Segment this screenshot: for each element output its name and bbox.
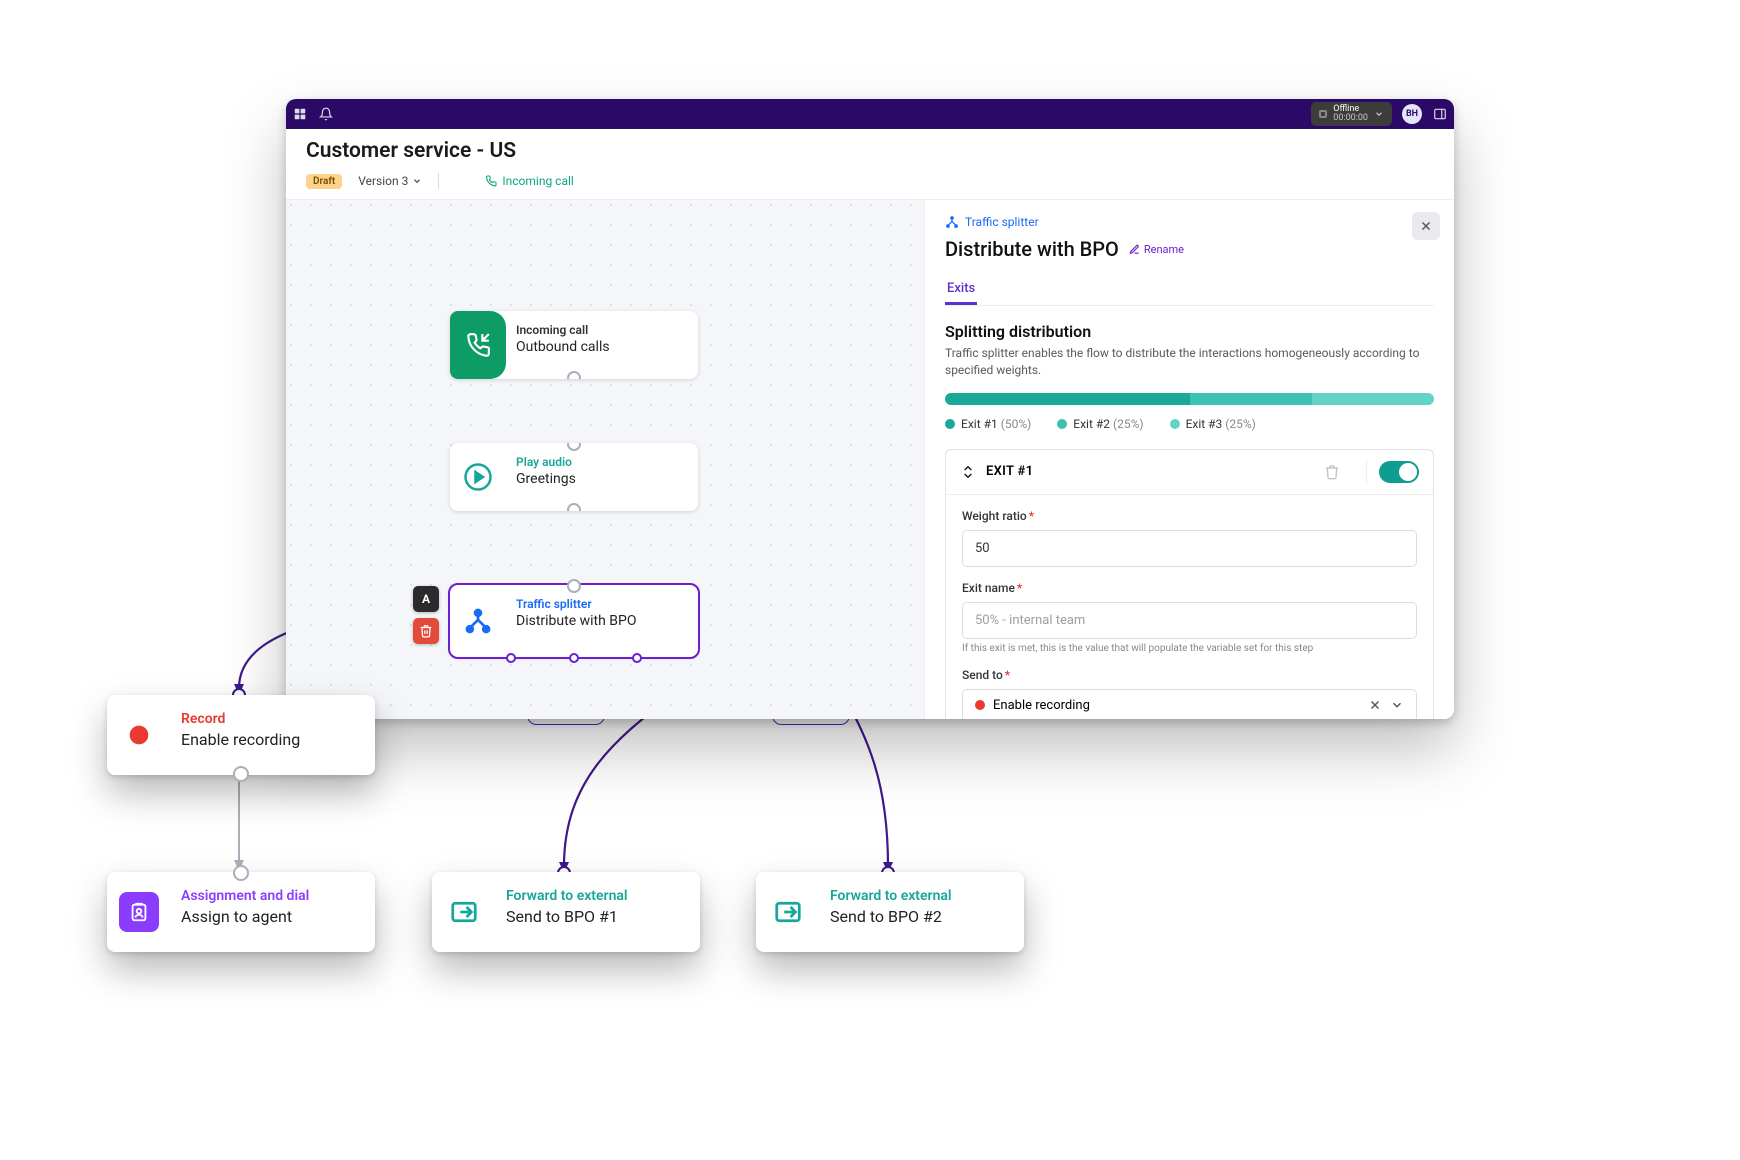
app-window: Offline 00:00:00 BH Customer service - U… [286,99,1454,719]
node-cap: Forward to external [830,888,1014,904]
panel-tabs: Exits [945,275,1434,306]
exit-enabled-toggle[interactable] [1379,461,1419,483]
node-tools: A [413,586,439,644]
status-pill[interactable]: Offline 00:00:00 [1311,102,1392,127]
sendto-label: Send to* [962,668,1010,682]
exit-name: EXIT #1 [986,464,1324,479]
dist-seg-3 [1312,393,1434,405]
top-bar: Offline 00:00:00 BH [286,99,1454,129]
panel-title: Distribute with BPO [945,237,1119,261]
page-title: Customer service - US [306,139,1434,163]
node-sub: Send to BPO #2 [830,907,1014,926]
node-forward-bpo1[interactable]: Forward to external Send to BPO #1 [432,872,700,952]
exitname-input[interactable]: 50% - internal team [962,602,1417,639]
trash-icon[interactable] [1324,464,1340,480]
app-logo-icon [292,106,308,122]
sendto-select[interactable]: Enable recording [962,689,1417,719]
weight-label: Weight ratio* [962,509,1034,523]
node-sub: Assign to agent [181,907,365,926]
node-forward-bpo2[interactable]: Forward to external Send to BPO #2 [756,872,1024,952]
exitname-label: Exit name* [962,581,1022,595]
phone-incoming-icon [450,311,506,379]
node-sub: Enable recording [181,730,365,749]
exitname-helper: If this exit is met, this is the value t… [962,643,1417,654]
section-desc: Traffic splitter enables the flow to dis… [945,345,1434,379]
record-icon [107,695,171,775]
trigger-tag[interactable]: Incoming call [485,174,573,188]
distribution-legend: Exit #1 (50%) Exit #2 (25%) Exit #3 (25%… [945,417,1434,431]
section-title: Splitting distribution [945,322,1434,341]
weight-input[interactable]: 50 [962,530,1417,567]
node-assign[interactable]: Assignment and dial Assign to agent [107,872,375,952]
sort-icon[interactable] [960,464,976,480]
play-icon [450,443,506,511]
tab-exits[interactable]: Exits [945,275,977,305]
node-incoming-call[interactable]: Incoming call Outbound calls [450,311,698,379]
clear-icon[interactable] [1368,698,1382,712]
forward-icon [756,872,820,952]
assignment-icon [107,872,171,952]
divider [438,173,439,189]
node-cap: Play audio [516,455,688,469]
node-cap: Assignment and dial [181,888,365,904]
dist-seg-2 [1190,393,1312,405]
node-play-audio[interactable]: Play audio Greetings [450,443,698,511]
node-record[interactable]: Record Enable recording [107,695,375,775]
node-cap: Incoming call [516,323,688,337]
node-cap: Traffic splitter [516,597,688,611]
panel-toggle-icon[interactable] [1432,106,1448,122]
draft-badge: Draft [306,174,342,189]
exit-card: EXIT #1 Weight ratio* 50 Exit name* 50% … [945,449,1434,719]
node-cap: Forward to external [506,888,690,904]
splitter-out-ports [450,653,698,663]
node-traffic-splitter[interactable]: Traffic splitter Distribute with BPO [450,585,698,657]
node-sub: Greetings [516,471,688,487]
dist-seg-1 [945,393,1190,405]
node-sub: Distribute with BPO [516,613,688,629]
properties-panel: Traffic splitter Distribute with BPO Ren… [924,200,1454,719]
tool-text-button[interactable]: A [413,586,439,612]
node-sub: Send to BPO #1 [506,907,690,926]
chevron-down-icon[interactable] [1390,698,1404,712]
status-time: 00:00:00 [1333,114,1368,123]
page-header: Customer service - US Draft Version 3 In… [286,129,1454,200]
node-cap: Record [181,711,365,727]
panel-breadcrumb: Traffic splitter [945,215,1039,229]
close-button[interactable] [1412,212,1440,240]
status-indicator-icon [1319,110,1327,118]
node-sub: Outbound calls [516,339,688,355]
bell-icon[interactable] [318,106,334,122]
tool-delete-button[interactable] [413,618,439,644]
avatar[interactable]: BH [1402,104,1422,124]
rename-button[interactable]: Rename [1129,243,1184,256]
forward-icon [432,872,496,952]
distribution-bar [945,393,1434,405]
record-dot-icon [975,700,985,710]
version-select[interactable]: Version 3 [358,174,422,188]
split-icon [450,585,506,657]
